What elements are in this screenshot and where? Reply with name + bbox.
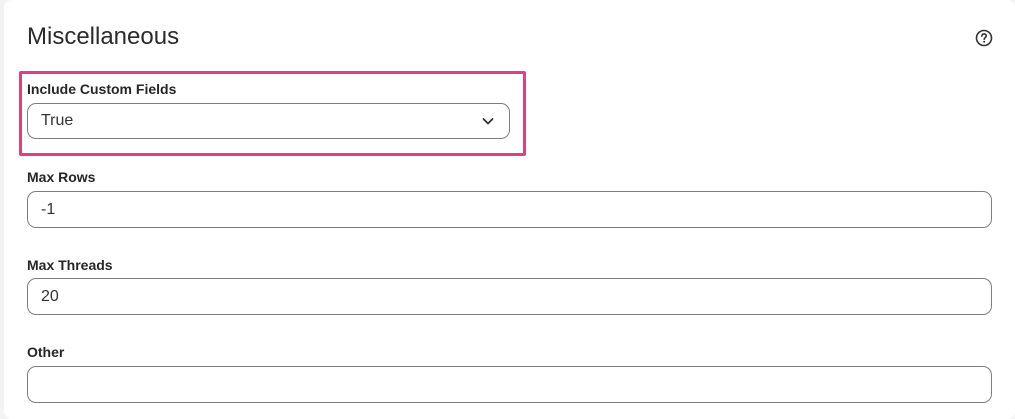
include-custom-fields-value: True [41,112,74,129]
max-rows-label: Max Rows [27,169,96,185]
max-rows-input[interactable]: -1 [27,191,992,228]
include-custom-fields-label: Include Custom Fields [27,81,177,97]
max-threads-input[interactable]: 20 [27,278,992,315]
question-circle-icon[interactable] [975,29,993,47]
chevron-down-icon [482,118,494,125]
section-title: Miscellaneous [27,23,180,50]
max-threads-value: 20 [41,287,59,305]
max-threads-label: Max Threads [27,257,113,273]
include-custom-fields-select[interactable]: True [27,103,510,139]
other-input[interactable] [27,366,992,403]
max-rows-value: -1 [41,200,56,218]
other-label: Other [27,344,65,360]
